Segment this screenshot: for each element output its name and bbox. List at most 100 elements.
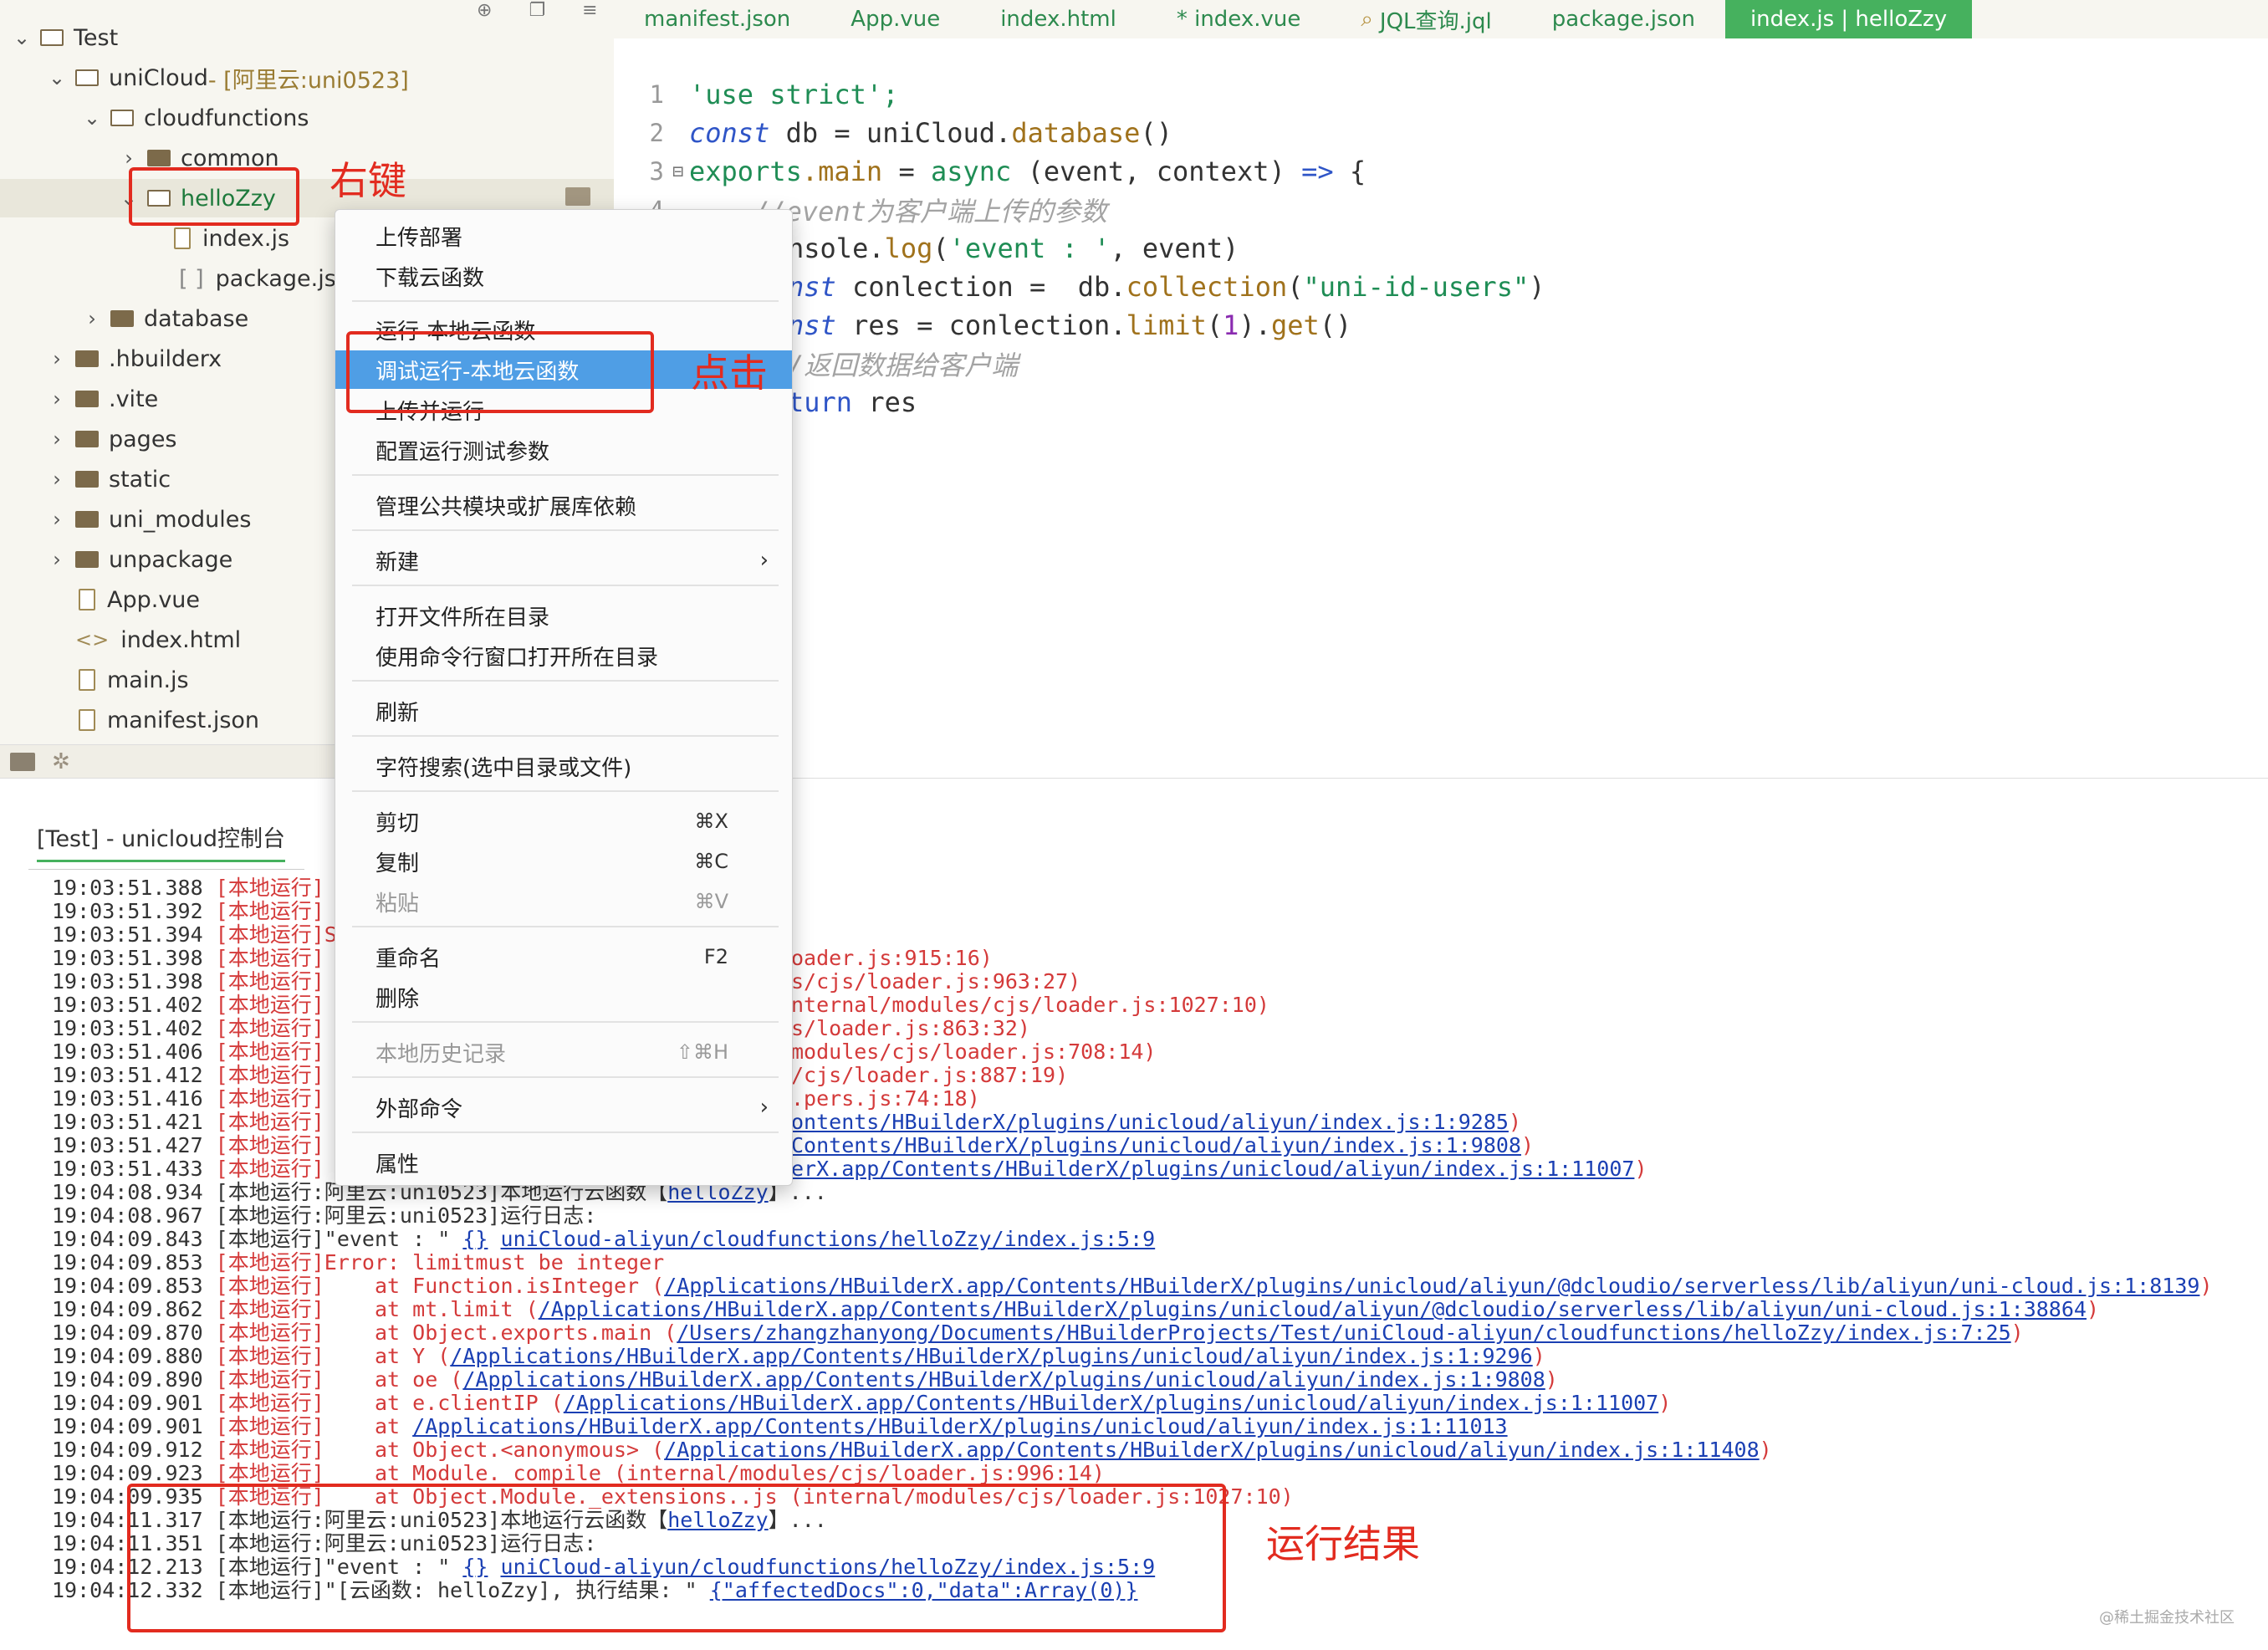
- code-line-5: nsole. log('event : ', event): [788, 232, 1239, 264]
- folder-icon: [75, 391, 99, 407]
- collapse-icon[interactable]: ❐: [529, 0, 545, 21]
- menu-separator: [352, 735, 779, 737]
- chevron-right-icon[interactable]: ›: [80, 307, 104, 330]
- chevron-down-icon[interactable]: ⌄: [10, 26, 33, 49]
- log-fragment[interactable]: ontents/HBuilderX/plugins/unicloud/aliyu…: [791, 1111, 1521, 1134]
- menu-item-local-history: 本地历史记录 ⇧⌘H: [375, 1040, 728, 1067]
- menu-item-external-commands[interactable]: 外部命令 ›: [335, 1088, 792, 1126]
- tree-item-unicloud[interactable]: ⌄ uniCloud - [阿里云:uni0523]: [0, 59, 614, 97]
- log-line: 19:04:09.890 [本地运行] at oe (/Applications…: [52, 1367, 1558, 1392]
- editor-tabs: manifest.json App.vue index.html * index…: [614, 0, 2268, 39]
- log-link[interactable]: uniCloud-aliyun/cloudfunctions/helloZzy/…: [501, 1227, 1156, 1251]
- submenu-arrow-icon: ›: [759, 1095, 769, 1120]
- html-file-icon: <>: [75, 628, 110, 651]
- code-line-1: 1 'use strict';: [649, 79, 899, 110]
- log-line: 19:04:09.862 [本地运行] at mt.limit (/Applic…: [52, 1297, 2100, 1321]
- chevron-right-icon[interactable]: ›: [45, 347, 69, 370]
- annotation-box-right-click: [129, 167, 299, 226]
- tab-index-vue[interactable]: * index.vue: [1147, 0, 1331, 38]
- menu-item-rename[interactable]: 重命名 F2: [335, 937, 792, 976]
- chevron-down-icon[interactable]: ⌄: [45, 66, 69, 89]
- menu-separator: [352, 1076, 779, 1078]
- menu-item-download-function[interactable]: 下载云函数: [335, 257, 792, 295]
- tab-manifest-json[interactable]: manifest.json: [614, 0, 820, 38]
- tab-index-js-hellozzy[interactable]: index.js | helloZzy: [1724, 0, 1973, 38]
- log-link[interactable]: {}: [462, 1227, 488, 1251]
- code-line-2: 2 const db = uniCloud. database(): [649, 117, 1172, 149]
- log-line: 19:03:51.398 [本地运行]: [52, 969, 324, 994]
- chevron-right-icon[interactable]: ›: [45, 467, 69, 491]
- code-line-9: turn res: [788, 386, 917, 418]
- log-fragment: .pers.js:74:18): [791, 1086, 980, 1111]
- folder-icon: [147, 150, 171, 166]
- project-manager-icon[interactable]: [10, 752, 35, 771]
- folder-icon: [75, 511, 99, 528]
- chevron-right-icon[interactable]: ›: [117, 146, 140, 170]
- log-fragment: nternal/modules/cjs/loader.js:1027:10): [791, 993, 1269, 1017]
- menu-item-refresh[interactable]: 刷新: [335, 692, 792, 730]
- annotation-box-result: [127, 1484, 1226, 1632]
- code-editor[interactable]: 1 'use strict'; 2 const db = uniCloud. da…: [614, 38, 2268, 741]
- code-line-8: /返回数据给客户端: [788, 350, 1019, 381]
- js-file-icon: [174, 227, 191, 249]
- log-fragment: modules/cjs/loader.js:708:14): [791, 1040, 1157, 1064]
- tree-item-cloudfunctions[interactable]: ⌄ cloudfunctions: [0, 99, 614, 137]
- menu-item-search[interactable]: 字符搜索(选中目录或文件): [335, 747, 792, 785]
- tab-index-html[interactable]: index.html: [970, 0, 1147, 38]
- menu-item-open-directory[interactable]: 打开文件所在目录: [335, 596, 792, 635]
- log-line: 19:04:09.853 [本地运行] at Function.isIntege…: [52, 1274, 2213, 1298]
- log-line: 19:03:51.402 [本地运行]: [52, 993, 324, 1017]
- menu-item-upload-deploy[interactable]: 上传部署: [335, 217, 792, 255]
- log-line: 19:04:09.880 [本地运行] at Y (/Applications/…: [52, 1344, 1545, 1368]
- log-line: 19:04:09.912 [本地运行] at Object.<anonymous…: [52, 1438, 1772, 1462]
- chevron-down-icon[interactable]: ⌄: [80, 106, 104, 130]
- chevron-right-icon[interactable]: ›: [45, 508, 69, 531]
- chevron-right-icon[interactable]: ›: [45, 387, 69, 411]
- menu-item-config-params[interactable]: 配置运行测试参数: [335, 431, 792, 469]
- log-line: 19:03:51.421 [本地运行]: [52, 1110, 324, 1134]
- settings-file-icon: [79, 709, 95, 731]
- menu-item-open-in-terminal[interactable]: 使用命令行窗口打开所在目录: [335, 636, 792, 675]
- log-line: 19:04:08.967 [本地运行:阿里云:uni0523]运行日志:: [52, 1203, 597, 1228]
- log-line: 19:03:51.392 [本地运行]: [52, 899, 324, 923]
- target-icon[interactable]: ⊕: [477, 0, 492, 21]
- tree-item-common[interactable]: › common: [0, 139, 614, 177]
- log-line: 19:03:51.388 [本地运行]: [52, 876, 324, 900]
- menu-icon[interactable]: ≡: [582, 0, 597, 21]
- menu-item-new[interactable]: 新建 ›: [335, 541, 792, 580]
- log-line: 19:03:51.398 [本地运行]: [52, 946, 324, 970]
- menu-item-cut[interactable]: 剪切 ⌘X: [335, 802, 792, 840]
- menu-separator: [352, 529, 779, 531]
- log-fragment[interactable]: erX.app/Contents/HBuilderX/plugins/unicl…: [791, 1157, 1647, 1181]
- fold-toggle-icon[interactable]: ⊟: [672, 161, 689, 182]
- log-line: 19:04:09.901 [本地运行] at /Applications/HBu…: [52, 1414, 1508, 1438]
- menu-separator: [352, 1132, 779, 1133]
- folder-icon: [110, 310, 134, 327]
- menu-item-paste: 粘贴 ⌘V: [375, 890, 728, 917]
- menu-separator: [352, 474, 779, 476]
- log-line: 19:03:51.406 [本地运行]: [52, 1040, 324, 1064]
- log-fragment: s/loader.js:863:32): [791, 1016, 1030, 1040]
- log-line: 19:03:51.402 [本地运行]: [52, 1016, 324, 1040]
- tab-jql[interactable]: ⌕ JQL查询.jql: [1331, 0, 1521, 38]
- chevron-right-icon[interactable]: ›: [45, 548, 69, 571]
- menu-item-manage-modules[interactable]: 管理公共模块或扩展库依赖: [335, 486, 792, 524]
- log-fragment: /cjs/loader.js:887:19): [791, 1063, 1069, 1087]
- code-line-7: nst res = conlection. limit(1). get(): [788, 309, 1352, 341]
- watermark: @稀土掘金技术社区: [2099, 1609, 2235, 1627]
- tab-package-json[interactable]: package.json: [1522, 0, 1725, 38]
- log-line: 19:03:51.412 [本地运行]: [52, 1063, 324, 1087]
- log-line: 19:03:51.416 [本地运行]: [52, 1086, 324, 1111]
- chevron-right-icon[interactable]: ›: [45, 427, 69, 451]
- menu-item-properties[interactable]: 属性: [335, 1143, 792, 1182]
- menu-item-copy[interactable]: 复制 ⌘C: [335, 842, 792, 881]
- menu-item-delete[interactable]: 删除: [335, 978, 792, 1016]
- js-file-icon: [79, 669, 95, 691]
- debug-icon[interactable]: ✲: [52, 749, 70, 774]
- console-tab[interactable]: [Test] - unicloud控制台: [37, 820, 285, 862]
- log-fragment[interactable]: Contents/HBuilderX/plugins/unicloud/aliy…: [791, 1134, 1534, 1157]
- divider: [28, 869, 304, 870]
- tab-app-vue[interactable]: App.vue: [820, 0, 970, 38]
- log-line: 19:03:51.394 [本地运行]Sy: [52, 922, 350, 947]
- tree-item-test[interactable]: ⌄ Test: [0, 18, 614, 57]
